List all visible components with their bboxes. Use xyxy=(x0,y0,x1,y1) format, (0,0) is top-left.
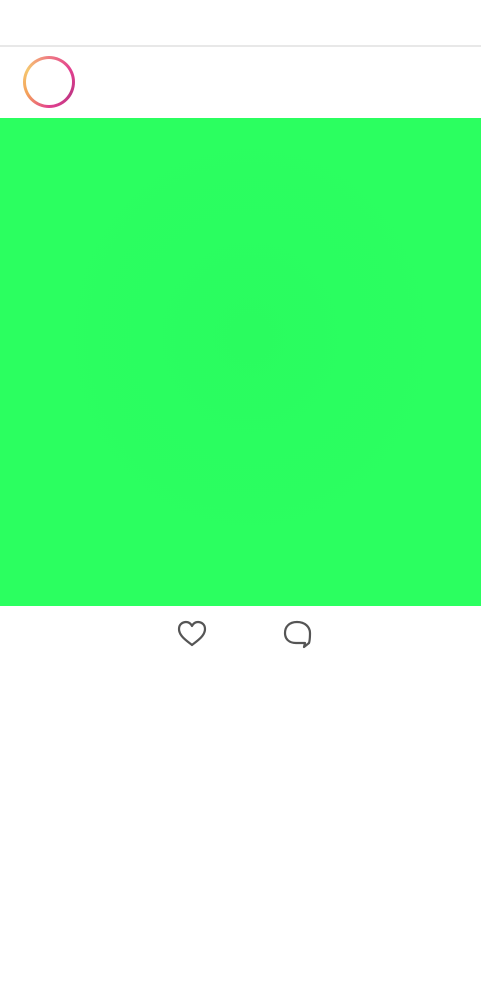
heart-outline-icon xyxy=(177,620,207,647)
avatar-ring-icon[interactable] xyxy=(23,56,75,108)
post-image-overlay xyxy=(0,118,481,606)
comment-button[interactable] xyxy=(277,616,317,652)
like-button[interactable] xyxy=(172,616,212,652)
app-root xyxy=(0,0,481,996)
avatar[interactable] xyxy=(26,59,72,105)
post-header xyxy=(0,47,481,118)
post-actions xyxy=(0,606,481,662)
comment-bubble-icon xyxy=(283,620,312,649)
post-image[interactable] xyxy=(0,118,481,606)
